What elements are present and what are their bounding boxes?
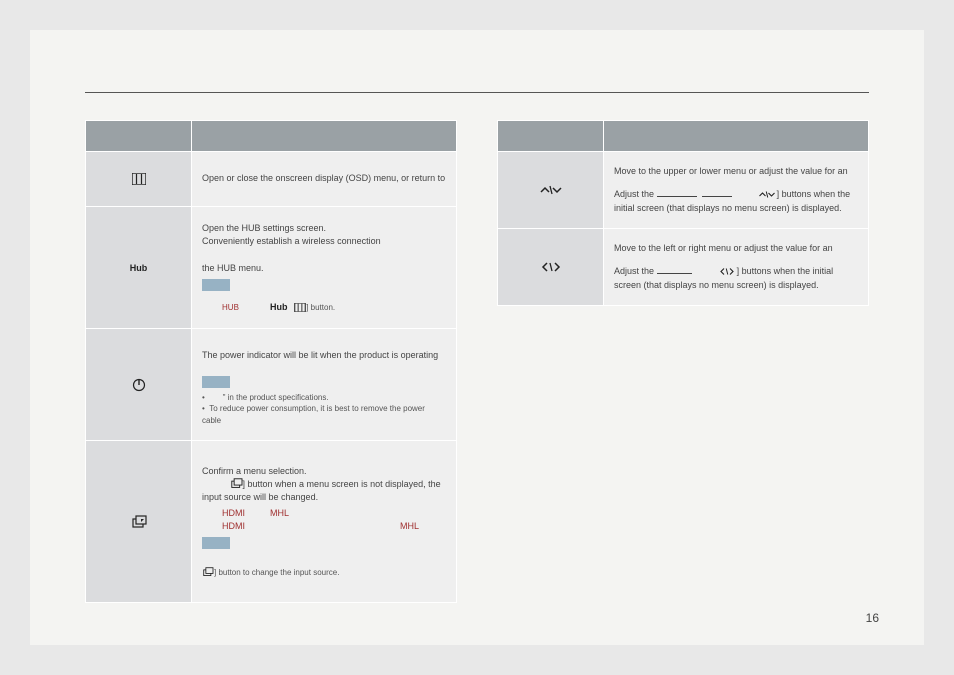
menu-icon: [86, 152, 192, 207]
leftright-line1: Move to the left or right menu or adjust…: [614, 242, 858, 255]
source-line2: ] button when a menu screen is not displ…: [202, 478, 446, 504]
note-swatch-icon: [202, 376, 230, 388]
table-header-row: [498, 121, 869, 152]
menu-text: Open or close the onscreen display (OSD)…: [202, 173, 445, 183]
leftright-line2: Adjust the ] buttons when the initial sc…: [614, 265, 858, 291]
table-row: Move to the left or right menu or adjust…: [498, 229, 869, 306]
table-row: Move to the upper or lower menu or adjus…: [498, 152, 869, 229]
left-column: Open or close the onscreen display (OSD)…: [85, 120, 457, 603]
table-row: Open or close the onscreen display (OSD)…: [86, 152, 457, 207]
table-row: Hub Open the HUB settings screen. Conven…: [86, 207, 457, 329]
power-note: • " in the product specifications. • To …: [202, 392, 446, 426]
hub-icon-label: Hub: [130, 263, 148, 273]
hub-line1: Open the HUB settings screen.: [202, 222, 446, 235]
chevron-updown-icon: [757, 189, 777, 199]
note-swatch-icon: [202, 537, 230, 549]
source-desc: Confirm a menu selection. ] button when …: [192, 441, 457, 603]
th-desc: [192, 121, 457, 152]
updown-line2: Adjust the ] buttons when the initial sc…: [614, 188, 858, 214]
table-header-row: [86, 121, 457, 152]
hub-line3: the HUB menu.: [202, 262, 446, 275]
source-note: ] button to change the input source.: [202, 567, 446, 578]
manual-page: Open or close the onscreen display (OSD)…: [30, 30, 924, 645]
hub-icon: Hub: [86, 207, 192, 329]
button-table-right: Move to the upper or lower menu or adjus…: [497, 120, 869, 306]
th-icons: [86, 121, 192, 152]
table-row: Confirm a menu selection. ] button when …: [86, 441, 457, 603]
leftright-icon: [498, 229, 604, 306]
right-column: Move to the upper or lower menu or adjus…: [497, 120, 869, 603]
hub-footnote: HUB Hub ] button.: [202, 301, 446, 314]
updown-desc: Move to the upper or lower menu or adjus…: [604, 152, 869, 229]
hub-desc: Open the HUB settings screen. Convenient…: [192, 207, 457, 329]
menu-desc: Open or close the onscreen display (OSD)…: [192, 152, 457, 207]
menu-icon-inline: [294, 303, 306, 312]
hub-line2: Conveniently establish a wireless connec…: [202, 235, 446, 248]
updown-icon: [498, 152, 604, 229]
header-rule: [85, 92, 869, 93]
power-icon: [86, 329, 192, 441]
updown-line1: Move to the upper or lower menu or adjus…: [614, 165, 858, 178]
page-number: 16: [866, 611, 879, 625]
source-line1: Confirm a menu selection.: [202, 465, 446, 478]
source-icon-inline: [230, 479, 243, 489]
source-icon: [86, 441, 192, 603]
content-columns: Open or close the onscreen display (OSD)…: [85, 120, 869, 603]
button-table-left: Open or close the onscreen display (OSD)…: [85, 120, 457, 603]
source-hdmi-mhl: HDMI MHL HDMI MHL: [222, 507, 446, 532]
th-icons-r: [498, 121, 604, 152]
th-desc-r: [604, 121, 869, 152]
chevron-leftright-icon: [717, 266, 737, 276]
leftright-desc: Move to the left or right menu or adjust…: [604, 229, 869, 306]
table-row: The power indicator will be lit when the…: [86, 329, 457, 441]
note-swatch-icon: [202, 279, 230, 291]
power-desc: The power indicator will be lit when the…: [192, 329, 457, 441]
power-line: The power indicator will be lit when the…: [202, 349, 446, 362]
